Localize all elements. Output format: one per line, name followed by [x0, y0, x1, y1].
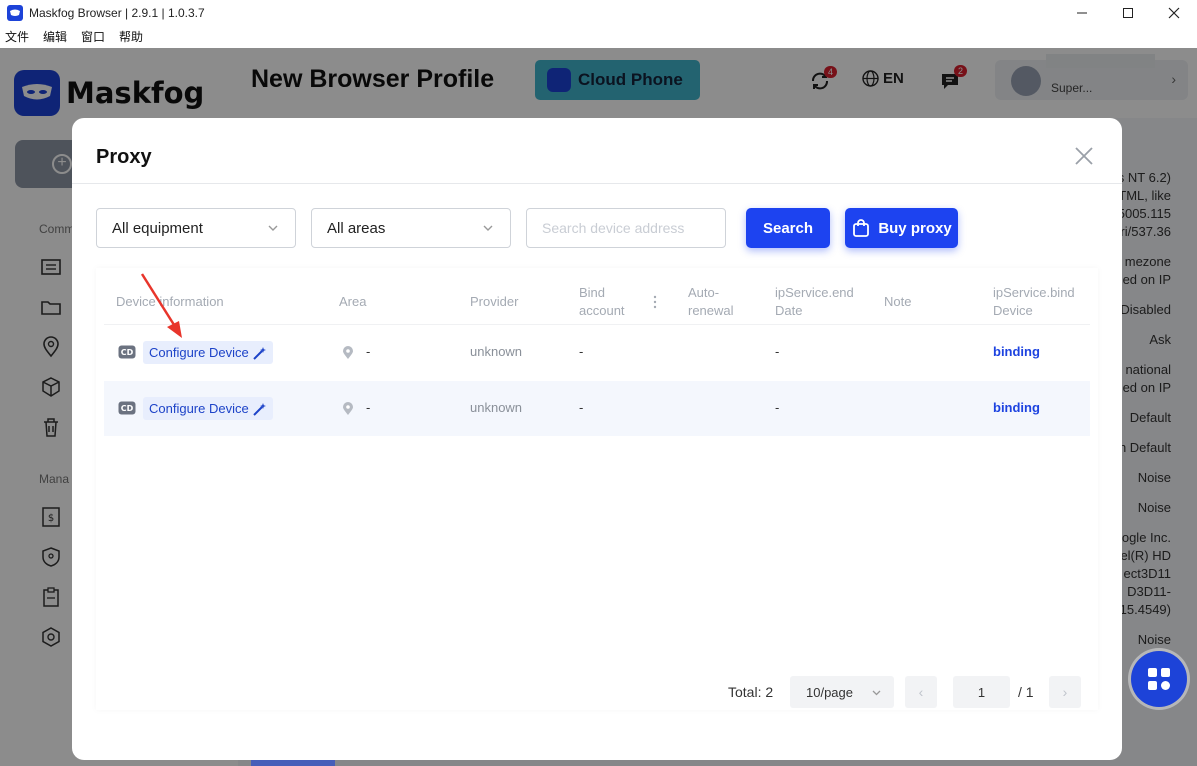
next-page-button[interactable]: ›	[1049, 676, 1081, 708]
proxy-modal: Proxy All equipment All areas Search Buy…	[72, 118, 1122, 760]
column-header-area: Area	[339, 294, 367, 309]
column-header-bind-account-line1: Bind	[579, 285, 606, 300]
configure-device-label: Configure Device	[149, 401, 249, 416]
area-filter-value: All areas	[327, 219, 386, 237]
apps-grid-icon	[1148, 668, 1170, 690]
column-header-auto-renewal-line2: renewal	[688, 303, 734, 318]
configure-device-button[interactable]: Configure Device	[143, 397, 273, 420]
column-header-bind-account: Bind account	[579, 284, 625, 320]
menu-bar: 文件 编辑 窗口 帮助	[0, 28, 143, 48]
window-title: Maskfog Browser | 2.9.1 | 1.0.3.7	[29, 6, 205, 20]
area-value: -	[366, 400, 371, 415]
search-button-label: Search	[762, 219, 814, 237]
column-menu-icon[interactable]	[653, 295, 657, 309]
window-titlebar: Maskfog Browser | 2.9.1 | 1.0.3.7	[0, 0, 1197, 26]
column-header-auto-renewal-line1: Auto-	[688, 285, 720, 300]
shopping-bag-icon	[853, 219, 870, 237]
table-row: CD Configure Device - unknown - - bindin…	[104, 381, 1090, 436]
column-header-end-date-line1: ipService.end	[775, 285, 854, 300]
table-row: CD Configure Device - unknown - - bindin…	[104, 325, 1090, 380]
svg-text:CD: CD	[121, 404, 134, 413]
current-page-value: 1	[977, 684, 986, 700]
app-logo-icon	[7, 5, 23, 21]
current-page-input[interactable]: 1	[953, 676, 1010, 708]
end-date-value: -	[775, 344, 780, 359]
column-header-provider: Provider	[470, 294, 519, 309]
magic-wand-icon	[253, 346, 266, 360]
svg-text:CD: CD	[121, 348, 134, 357]
column-header-auto-renewal: Auto- renewal	[688, 284, 734, 320]
chevron-right-icon: ›	[1062, 684, 1068, 700]
close-window-button[interactable]	[1151, 0, 1197, 26]
annotation-arrow-icon	[140, 273, 182, 338]
provider-value: unknown	[470, 344, 523, 359]
minimize-button[interactable]	[1059, 0, 1105, 26]
maximize-button[interactable]	[1105, 0, 1151, 26]
equipment-filter-select[interactable]: All equipment	[96, 208, 296, 248]
menu-window[interactable]: 窗口	[81, 28, 105, 48]
bind-account-value: -	[579, 400, 584, 415]
minimize-icon	[1077, 12, 1087, 14]
magic-wand-icon	[253, 402, 266, 416]
chevron-left-icon: ‹	[918, 684, 924, 700]
page-size-value: 10/page	[806, 684, 853, 700]
end-date-value: -	[775, 400, 780, 415]
area-filter-select[interactable]: All areas	[311, 208, 511, 248]
page-size-select[interactable]: 10/page	[790, 676, 894, 708]
menu-file[interactable]: 文件	[5, 28, 29, 48]
proxy-table: Device information Area Provider Bind ac…	[96, 268, 1098, 710]
pagination-total: Total: 2	[728, 684, 774, 700]
column-header-bind-device-line2: Device	[993, 303, 1033, 318]
location-pin-icon	[343, 402, 353, 415]
binding-link[interactable]: binding	[993, 400, 1040, 415]
bind-account-value: -	[579, 344, 584, 359]
configure-device-button[interactable]: Configure Device	[143, 341, 273, 364]
buy-proxy-button[interactable]: Buy proxy	[845, 208, 958, 248]
column-header-bind-device-line1: ipService.bind	[993, 285, 1075, 300]
chevron-down-icon	[483, 225, 493, 231]
buy-proxy-label: Buy proxy	[878, 219, 952, 237]
total-pages: / 1	[1018, 684, 1034, 700]
modal-title: Proxy	[96, 146, 152, 168]
close-icon	[1168, 7, 1180, 19]
menu-edit[interactable]: 编辑	[43, 28, 67, 48]
provider-value: unknown	[470, 400, 523, 415]
proxy-device-icon: CD	[118, 345, 136, 359]
menu-help[interactable]: 帮助	[119, 28, 143, 48]
proxy-device-icon: CD	[118, 401, 136, 415]
maximize-icon	[1123, 8, 1133, 18]
close-icon[interactable]	[1073, 145, 1095, 167]
prev-page-button[interactable]: ‹	[905, 676, 937, 708]
chevron-down-icon	[872, 690, 881, 696]
modal-divider	[72, 183, 1122, 184]
search-button[interactable]: Search	[746, 208, 830, 248]
equipment-filter-value: All equipment	[112, 219, 203, 237]
area-value: -	[366, 344, 371, 359]
column-header-bind-account-line2: account	[579, 303, 625, 318]
binding-link[interactable]: binding	[993, 344, 1040, 359]
column-header-bind-device: ipService.bind Device	[993, 284, 1075, 320]
configure-device-label: Configure Device	[149, 345, 249, 360]
column-header-end-date-line2: Date	[775, 303, 803, 318]
column-header-end-date: ipService.end Date	[775, 284, 854, 320]
column-header-note: Note	[884, 294, 912, 309]
device-address-search-input[interactable]	[526, 208, 726, 248]
chevron-down-icon	[268, 225, 278, 231]
location-pin-icon	[343, 346, 353, 359]
floating-apps-button[interactable]	[1131, 651, 1187, 707]
